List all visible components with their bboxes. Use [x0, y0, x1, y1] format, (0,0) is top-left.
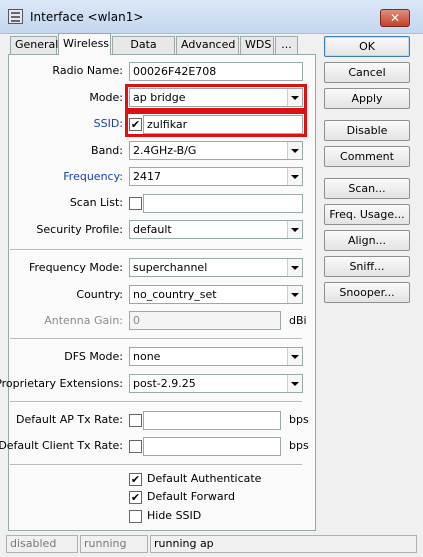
- window-title: Interface <wlan1>: [30, 10, 144, 24]
- ssid-highlight: [125, 111, 307, 137]
- default-forward-label: Default Forward: [147, 490, 235, 503]
- radio-name-field[interactable]: 00026F42E708: [129, 62, 303, 81]
- cancel-button[interactable]: Cancel: [324, 62, 410, 83]
- antenna-gain-field[interactable]: 0: [129, 311, 281, 330]
- default-forward-checkbox[interactable]: ✔: [129, 491, 142, 504]
- security-profile-select[interactable]: default: [129, 220, 303, 239]
- status-state: disabled: [6, 535, 78, 553]
- antenna-gain-label: Antenna Gain:: [44, 314, 123, 327]
- ssid-label: SSID:: [93, 117, 123, 130]
- default-ap-tx-rate-field[interactable]: [143, 411, 281, 430]
- proprietary-extensions-select[interactable]: post-2.9.25: [129, 374, 303, 393]
- band-select[interactable]: 2.4GHz-B/G: [129, 141, 303, 160]
- apply-button[interactable]: Apply: [324, 88, 410, 109]
- separator: [10, 249, 302, 251]
- band-label: Band:: [91, 144, 123, 157]
- comment-button[interactable]: Comment: [324, 146, 410, 167]
- proprietary-extensions-value: post-2.9.25: [133, 377, 196, 390]
- default-client-tx-rate-label: Default Client Tx Rate:: [0, 439, 123, 452]
- default-ap-tx-rate-checkbox[interactable]: [129, 414, 142, 427]
- separator: [10, 401, 302, 403]
- radio-name-label: Radio Name:: [52, 64, 123, 77]
- security-profile-label: Security Profile:: [36, 223, 123, 236]
- country-select[interactable]: no_country_set: [129, 285, 303, 304]
- disable-button[interactable]: Disable: [324, 120, 410, 141]
- dfs-mode-select[interactable]: none: [129, 347, 303, 366]
- frequency-value: 2417: [133, 170, 161, 183]
- chevron-down-icon[interactable]: [287, 375, 302, 392]
- separator: [10, 464, 302, 466]
- default-client-tx-rate-field[interactable]: [143, 437, 281, 456]
- status-running: running: [80, 535, 148, 553]
- default-client-tx-rate-checkbox[interactable]: [129, 440, 142, 453]
- band-value: 2.4GHz-B/G: [133, 144, 197, 157]
- hide-ssid-label: Hide SSID: [147, 509, 202, 522]
- default-authenticate-label: Default Authenticate: [147, 472, 262, 485]
- frequency-mode-select[interactable]: superchannel: [129, 258, 303, 277]
- separator: [10, 338, 302, 340]
- chevron-down-icon[interactable]: [287, 221, 302, 238]
- frequency-label: Frequency:: [63, 170, 123, 183]
- freq-usage-button[interactable]: Freq. Usage...: [324, 204, 410, 225]
- default-ap-tx-rate-label: Default AP Tx Rate:: [16, 413, 123, 426]
- country-label: Country:: [76, 288, 123, 301]
- mode-highlight: [125, 84, 307, 111]
- tab-general[interactable]: General: [10, 36, 58, 54]
- window-icon: [8, 9, 23, 24]
- tab-data-rates[interactable]: Data Rates: [112, 36, 175, 67]
- snooper-button[interactable]: Snooper...: [324, 282, 410, 303]
- scan-list-checkbox[interactable]: [129, 197, 142, 210]
- tab-wireless[interactable]: Wireless: [58, 33, 111, 55]
- frequency-mode-value: superchannel: [133, 261, 208, 274]
- frequency-mode-label: Frequency Mode:: [29, 261, 123, 274]
- dfs-mode-value: none: [133, 350, 161, 363]
- country-value: no_country_set: [133, 288, 217, 301]
- scan-list-label: Scan List:: [69, 196, 123, 209]
- chevron-down-icon[interactable]: [287, 168, 302, 185]
- align-button[interactable]: Align...: [324, 230, 410, 251]
- title-bar: Interface <wlan1> ✕: [0, 0, 423, 34]
- dfs-mode-label: DFS Mode:: [64, 350, 123, 363]
- tab-more[interactable]: ...: [275, 36, 298, 54]
- chevron-down-icon[interactable]: [287, 142, 302, 159]
- scan-button[interactable]: Scan...: [324, 178, 410, 199]
- hide-ssid-checkbox[interactable]: [129, 510, 142, 523]
- tab-wds[interactable]: WDS: [240, 36, 274, 54]
- default-client-tx-rate-unit: bps: [289, 439, 309, 452]
- antenna-gain-unit: dBi: [289, 314, 307, 327]
- default-ap-tx-rate-unit: bps: [289, 413, 309, 426]
- chevron-down-icon[interactable]: [287, 348, 302, 365]
- proprietary-extensions-label: Proprietary Extensions:: [0, 377, 123, 390]
- default-authenticate-checkbox[interactable]: ✔: [129, 473, 142, 486]
- mode-label: Mode:: [89, 91, 123, 104]
- frequency-select[interactable]: 2417: [129, 167, 303, 186]
- scan-list-field[interactable]: [143, 194, 303, 213]
- security-profile-value: default: [133, 223, 172, 236]
- close-button[interactable]: ✕: [380, 9, 410, 27]
- ok-button[interactable]: OK: [324, 36, 410, 57]
- status-detail: running ap: [150, 535, 417, 553]
- chevron-down-icon[interactable]: [287, 286, 302, 303]
- chevron-down-icon[interactable]: [287, 259, 302, 276]
- sniff-button[interactable]: Sniff...: [324, 256, 410, 277]
- tab-advanced[interactable]: Advanced: [176, 36, 239, 54]
